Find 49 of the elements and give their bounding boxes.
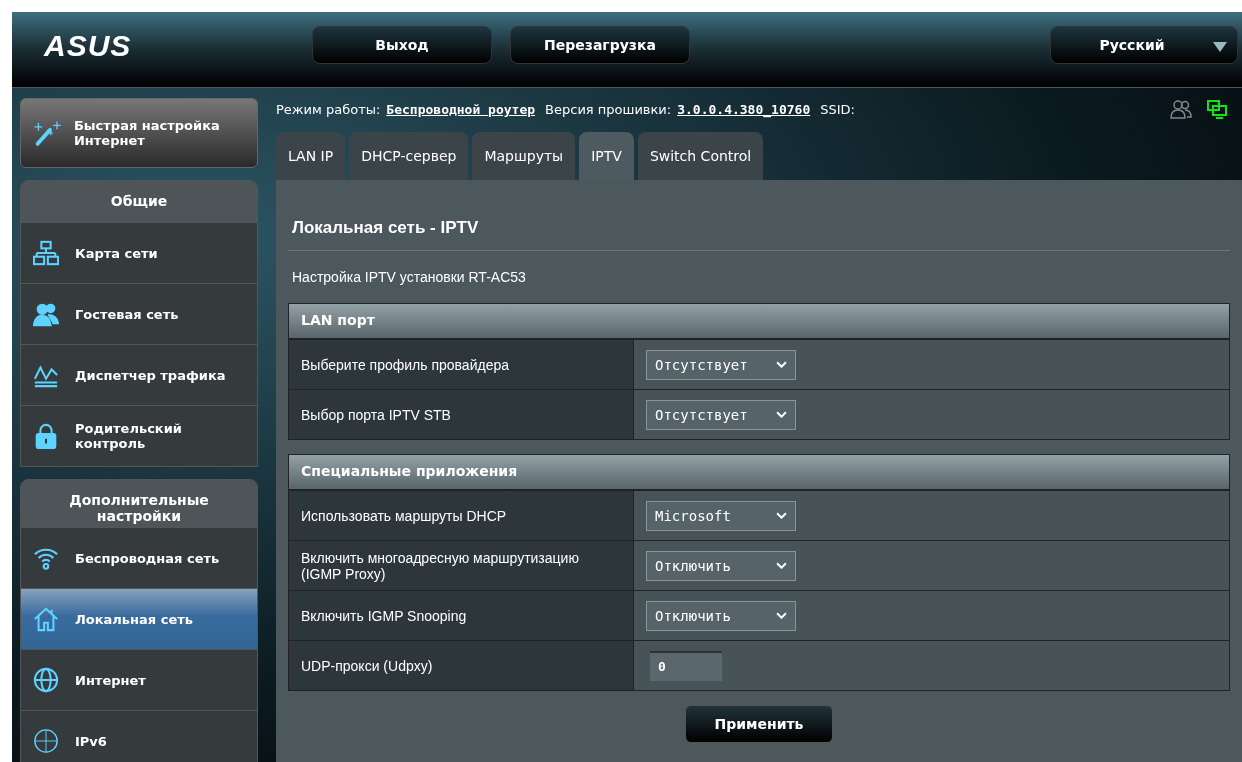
ipv6-globe-icon bbox=[33, 728, 59, 754]
globe-icon bbox=[33, 667, 59, 693]
setting-label: Выбор порта IPTV STB bbox=[289, 390, 634, 439]
chevron-down-icon bbox=[776, 411, 787, 418]
chevron-down-icon bbox=[776, 562, 787, 569]
sidebar-item[interactable]: Локальная сеть bbox=[21, 588, 257, 649]
tab[interactable]: LAN IP bbox=[276, 132, 346, 180]
asus-logo: ASUS bbox=[44, 29, 133, 63]
sidebar-section-title: Дополнительные настройки bbox=[21, 480, 257, 527]
traffic-chart-icon bbox=[33, 362, 59, 388]
page-description: Настройка IPTV установки RT-AC53 bbox=[292, 269, 527, 285]
monitors-icon bbox=[1206, 99, 1228, 119]
tab[interactable]: DHCP-сервер bbox=[349, 132, 469, 180]
ssid-label: SSID: bbox=[820, 101, 855, 117]
house-icon bbox=[33, 606, 59, 632]
tab[interactable]: Switch Control bbox=[637, 132, 764, 180]
input-field[interactable]: 0 bbox=[650, 650, 722, 681]
section-header: Специальные приложения bbox=[289, 455, 1229, 490]
tab[interactable]: IPTV bbox=[579, 132, 634, 180]
section-header: LAN порт bbox=[289, 304, 1229, 339]
sidebar-section-title: Общие bbox=[21, 181, 257, 222]
chevron-down-icon bbox=[776, 361, 787, 368]
header-button[interactable]: Выход bbox=[312, 26, 492, 64]
mode-label: Режим работы: bbox=[276, 101, 381, 117]
setting-label: Выберите профиль провайдера bbox=[289, 340, 634, 389]
page-title: Локальная сеть - IPTV bbox=[292, 218, 480, 238]
setting-label: Включить многоадресную маршрутизацию (IGMP Proxy) bbox=[289, 541, 634, 590]
setting-label: Включить IGMP Snooping bbox=[289, 591, 634, 640]
select-dropdown[interactable]: Microsoft bbox=[646, 500, 796, 531]
quick-setup-button[interactable]: Быстрая настройка Интернет bbox=[20, 98, 258, 168]
select-dropdown[interactable]: Отсутствует bbox=[646, 349, 796, 380]
users-icon bbox=[1170, 99, 1192, 119]
select-dropdown[interactable]: Отключить bbox=[646, 600, 796, 631]
mode-link[interactable]: Беспроводной роутер bbox=[386, 101, 536, 117]
setting-label: UDP-прокси (Udpxy) bbox=[289, 641, 634, 690]
chevron-down-icon bbox=[776, 512, 787, 519]
tab[interactable]: Маршруты bbox=[472, 132, 576, 180]
header-button[interactable]: Перезагрузка bbox=[510, 26, 690, 64]
setting-label: Использовать маршруты DHCP bbox=[289, 491, 634, 540]
select-dropdown[interactable]: Отсутствует bbox=[646, 399, 796, 430]
firmware-label: Версия прошивки: bbox=[545, 101, 672, 117]
apply-button[interactable]: Применить bbox=[685, 705, 833, 743]
select-dropdown[interactable]: Отключить bbox=[646, 550, 796, 581]
chevron-down-icon bbox=[776, 612, 787, 619]
guests-icon bbox=[33, 301, 59, 327]
network-map-icon bbox=[33, 240, 59, 266]
language-dropdown[interactable]: Русский bbox=[1050, 26, 1238, 64]
lock-icon bbox=[33, 423, 59, 449]
firmware-link[interactable]: 3.0.0.4.380_10760 bbox=[677, 101, 811, 117]
